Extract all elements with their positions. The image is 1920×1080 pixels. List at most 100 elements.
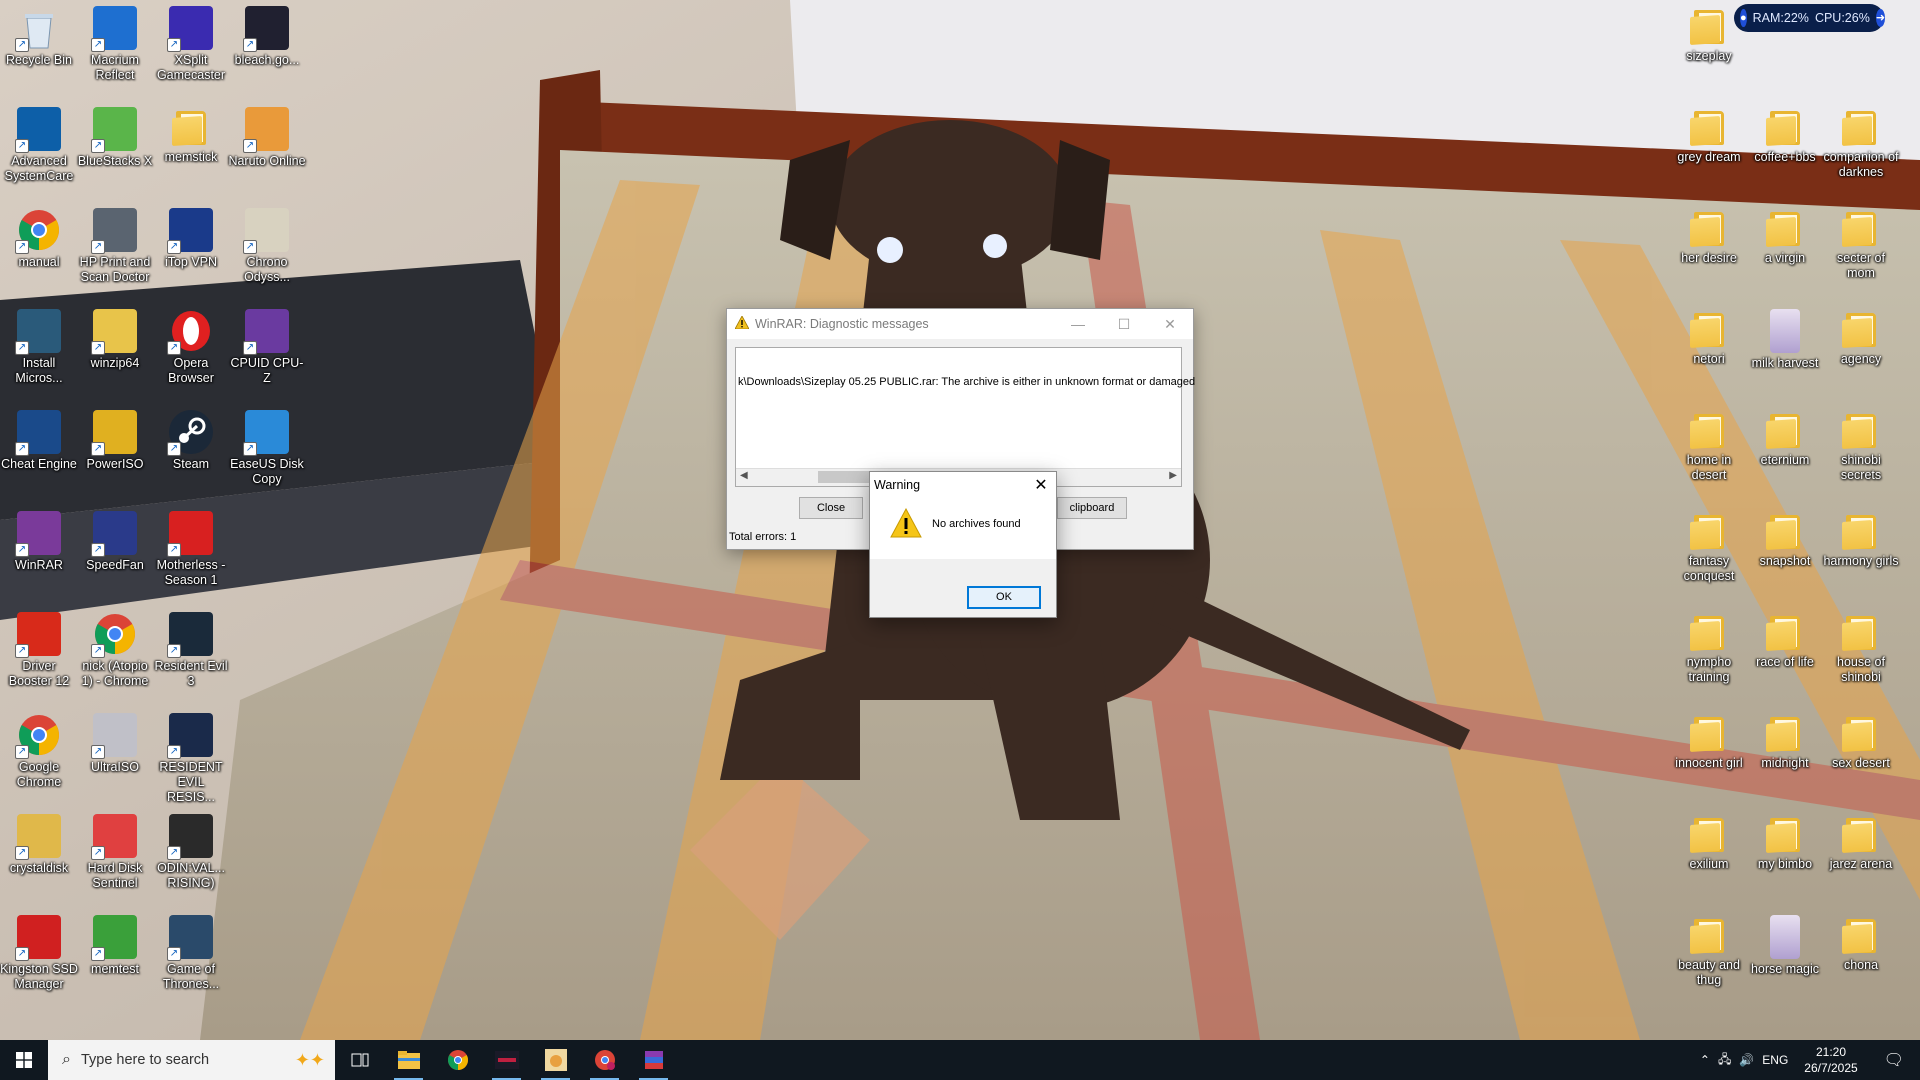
desktop-icon[interactable]: eternium — [1746, 406, 1824, 468]
scroll-left-icon[interactable]: ◀ — [740, 470, 748, 481]
desktop-icon[interactable]: ↗ Google Chrome — [0, 709, 78, 790]
desktop-icon[interactable]: house of shinobi — [1822, 608, 1900, 685]
close-dialog-button[interactable]: ✕ — [1026, 475, 1056, 495]
desktop-icon[interactable]: ↗ Macrium Reflect — [76, 2, 154, 83]
desktop-icon[interactable]: ↗ XSplit Gamecaster — [152, 2, 230, 83]
desktop-icon[interactable]: fantasy conquest — [1670, 507, 1748, 584]
chrome-profile-icon[interactable] — [580, 1040, 629, 1080]
desktop-icon[interactable]: innocent girl — [1670, 709, 1748, 771]
warning-titlebar[interactable]: Warning ✕ — [870, 472, 1056, 498]
start-button[interactable] — [0, 1040, 48, 1080]
desktop-icon[interactable]: ↗ Recycle Bin — [0, 2, 78, 68]
desktop-icon[interactable]: race of life — [1746, 608, 1824, 670]
desktop-icon[interactable]: companion of darknes — [1822, 103, 1900, 180]
odin-icon: ↗ — [167, 814, 213, 860]
desktop-icon[interactable]: ↗ Chrono Odyss... — [228, 204, 306, 285]
desktop-icon[interactable]: her desire — [1670, 204, 1748, 266]
file-explorer-icon[interactable] — [384, 1040, 433, 1080]
chrome-icon: ↗ — [15, 208, 61, 254]
clock[interactable]: 21:20 26/7/2025 — [1796, 1044, 1865, 1076]
copy-to-clipboard-button[interactable]: clipboard — [1057, 497, 1127, 519]
desktop-icon[interactable]: ↗ Motherless - Season 1 — [152, 507, 230, 588]
desktop-icon[interactable]: shinobi secrets — [1822, 406, 1900, 483]
diagnostic-message[interactable]: k\Downloads\Sizeplay 05.25 PUBLIC.rar: T… — [738, 376, 1195, 388]
desktop-icon[interactable]: ↗ nick (Atopio 1) - Chrome — [76, 608, 154, 689]
shortcut-arrow-icon: ↗ — [15, 745, 29, 759]
desktop-icon[interactable]: ↗ WinRAR — [0, 507, 78, 573]
folder-icon — [1842, 818, 1880, 854]
desktop-icon[interactable]: ↗ Game of Thrones... — [152, 911, 230, 992]
desktop-icon[interactable]: ↗ ODIN:VAL... RISING) — [152, 810, 230, 891]
desktop-icon-label: PowerISO — [86, 457, 144, 471]
desktop-icon-label: a virgin — [1764, 251, 1806, 265]
desktop-icon[interactable]: netori — [1670, 305, 1748, 367]
desktop-icon[interactable]: ↗ bleach.go... — [228, 2, 306, 68]
desktop-icon[interactable]: exilium — [1670, 810, 1748, 872]
network-icon[interactable]: 🖧 — [1718, 1050, 1731, 1071]
desktop-icon[interactable]: home in desert — [1670, 406, 1748, 483]
desktop-icon[interactable]: ↗ Naruto Online — [228, 103, 306, 169]
shortcut-arrow-icon: ↗ — [15, 442, 29, 456]
desktop-icon[interactable]: milk harvest — [1746, 305, 1824, 371]
taskbar-search-box[interactable]: ⌕ Type here to search ✦✦ — [48, 1040, 335, 1080]
system-monitor-widget[interactable]: ● RAM:22% CPU:26% ➜ — [1734, 4, 1886, 32]
desktop-icon[interactable]: ↗ iTop VPN — [152, 204, 230, 270]
desktop-icon[interactable]: ↗ CPUID CPU-Z — [228, 305, 306, 386]
desktop-icon[interactable]: ↗ memtest — [76, 911, 154, 977]
minimize-button[interactable]: — — [1055, 316, 1101, 333]
desktop-icon[interactable]: ↗ Steam — [152, 406, 230, 472]
ok-button[interactable]: OK — [967, 586, 1041, 609]
desktop-icon[interactable]: midnight — [1746, 709, 1824, 771]
volume-icon[interactable]: 🔊 — [1739, 1053, 1754, 1067]
maximize-button[interactable]: ☐ — [1101, 316, 1147, 333]
desktop-icon[interactable]: nympho training — [1670, 608, 1748, 685]
chevron-up-icon[interactable]: ⌃ — [1700, 1053, 1710, 1067]
desktop-icon[interactable]: ↗ winzip64 — [76, 305, 154, 371]
desktop-icon[interactable]: horse magic — [1746, 911, 1824, 977]
desktop-icon[interactable]: ↗ BlueStacks X — [76, 103, 154, 169]
desktop-icon[interactable]: memstick — [152, 103, 230, 165]
desktop-icon[interactable]: ↗ Resident Evil 3 — [152, 608, 230, 689]
desktop-icon[interactable]: secter of mom — [1822, 204, 1900, 281]
desktop-icon[interactable]: ↗ HP Print and Scan Doctor — [76, 204, 154, 285]
desktop-icon[interactable]: a virgin — [1746, 204, 1824, 266]
desktop-icon[interactable]: harmony girls — [1822, 507, 1900, 569]
chrome-icon[interactable] — [433, 1040, 482, 1080]
bleach-icon[interactable] — [482, 1040, 531, 1080]
desktop-icon[interactable]: jarez arena — [1822, 810, 1900, 872]
desktop-icon[interactable]: agency — [1822, 305, 1900, 367]
task-view-icon[interactable] — [335, 1040, 384, 1080]
desktop-icon[interactable]: ↗ EaseUS Disk Copy — [228, 406, 306, 487]
desktop-icon[interactable]: coffee+bbs — [1746, 103, 1824, 165]
desktop-icon[interactable]: ↗ Hard Disk Sentinel — [76, 810, 154, 891]
desktop-icon[interactable]: ↗ Cheat Engine — [0, 406, 78, 472]
desktop-icon[interactable]: ↗ Opera Browser — [152, 305, 230, 386]
desktop-icon[interactable]: grey dream — [1670, 103, 1748, 165]
desktop-icon[interactable]: ↗ Driver Booster 12 — [0, 608, 78, 689]
desktop-icon[interactable]: my bimbo — [1746, 810, 1824, 872]
naruto-icon[interactable] — [531, 1040, 580, 1080]
language-indicator[interactable]: ENG — [1762, 1053, 1788, 1067]
desktop-icon[interactable]: ↗ PowerISO — [76, 406, 154, 472]
desktop-icon[interactable]: chona — [1822, 911, 1900, 973]
desktop-icon[interactable]: ↗ RESIDENT EVIL RESIS... — [152, 709, 230, 805]
desktop-icon[interactable]: ↗ Install Micros... — [0, 305, 78, 386]
diagnostic-titlebar[interactable]: WinRAR: Diagnostic messages — ☐ ✕ — [727, 309, 1193, 339]
desktop-icon[interactable]: sex desert — [1822, 709, 1900, 771]
close-button[interactable]: Close — [799, 497, 863, 519]
arrow-right-icon[interactable]: ➜ — [1875, 9, 1886, 27]
desktop-icon[interactable]: ↗ manual — [0, 204, 78, 270]
sparkle-icon[interactable]: ✦✦ — [295, 1050, 325, 1071]
diagnostic-message-list[interactable]: k\Downloads\Sizeplay 05.25 PUBLIC.rar: T… — [735, 347, 1195, 487]
desktop-icon[interactable]: snapshot — [1746, 507, 1824, 569]
scroll-right-icon[interactable]: ▶ — [1169, 470, 1177, 481]
notifications-icon[interactable]: 🗨 — [1874, 1050, 1914, 1070]
desktop-icon[interactable]: beauty and thug — [1670, 911, 1748, 988]
desktop-icon[interactable]: ↗ crystaldisk — [0, 810, 78, 876]
winrar-icon[interactable] — [629, 1040, 678, 1080]
desktop-icon[interactable]: ↗ SpeedFan — [76, 507, 154, 573]
desktop-icon[interactable]: ↗ Kingston SSD Manager — [0, 911, 78, 992]
close-window-button[interactable]: ✕ — [1147, 316, 1193, 333]
desktop-icon[interactable]: ↗ UltraISO — [76, 709, 154, 775]
desktop-icon[interactable]: ↗ Advanced SystemCare — [0, 103, 78, 184]
